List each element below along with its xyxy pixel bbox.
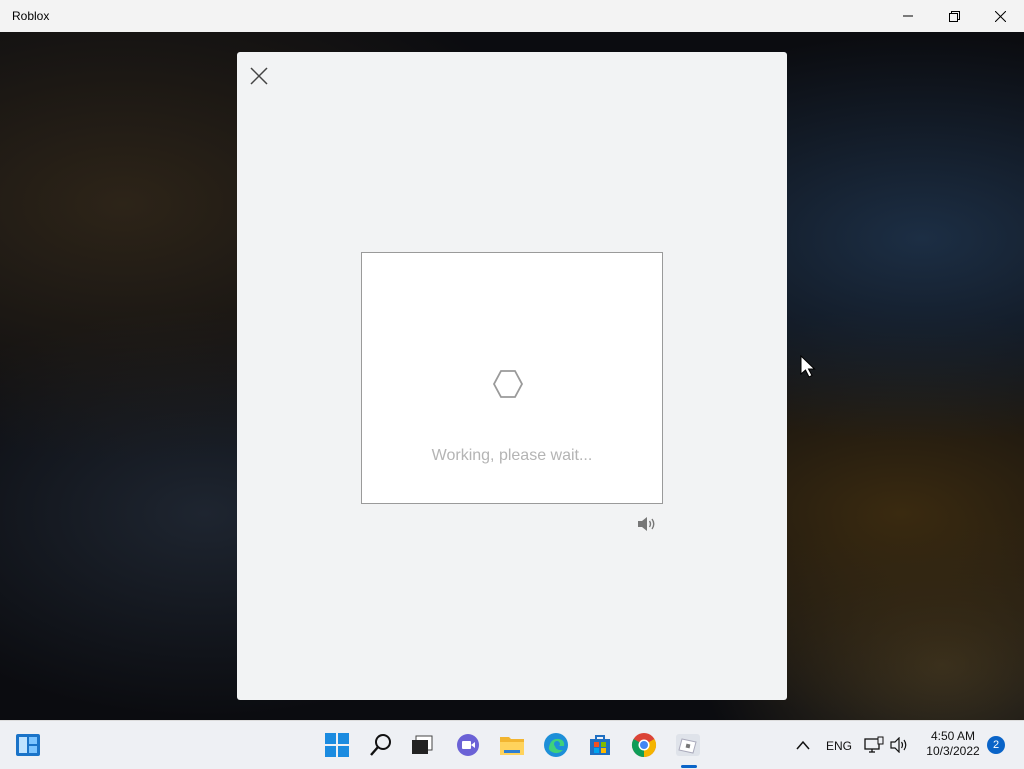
language-indicator[interactable]: ENG xyxy=(826,739,852,753)
chat-icon xyxy=(457,734,479,756)
store-button[interactable] xyxy=(584,729,616,761)
chrome-icon xyxy=(631,733,657,757)
verification-modal: Working, please wait... xyxy=(237,52,787,700)
folder-icon xyxy=(500,737,524,755)
widgets-icon xyxy=(16,734,40,756)
chat-button[interactable] xyxy=(452,729,484,761)
modal-close-button[interactable] xyxy=(249,66,269,86)
notification-badge[interactable]: 2 xyxy=(987,736,1005,754)
edge-button[interactable] xyxy=(540,729,572,761)
search-button[interactable] xyxy=(365,729,397,761)
mouse-cursor-icon xyxy=(800,355,816,378)
title-bar: Roblox xyxy=(0,0,1024,32)
loading-message: Working, please wait... xyxy=(431,447,593,464)
speaker-icon xyxy=(638,517,655,531)
volume-icon xyxy=(890,737,907,753)
task-view-button[interactable] xyxy=(406,729,438,761)
chevron-up-icon xyxy=(796,740,810,750)
edge-icon xyxy=(544,733,568,757)
clock-date: 10/3/2022 xyxy=(926,744,980,758)
search-icon xyxy=(370,734,391,756)
restore-icon xyxy=(948,10,960,22)
minimize-button[interactable] xyxy=(885,0,931,32)
store-icon xyxy=(590,735,610,755)
captcha-frame: Working, please wait... xyxy=(361,252,663,504)
restore-button[interactable] xyxy=(931,0,977,32)
roblox-icon xyxy=(676,734,700,756)
clock-time: 4:50 AM xyxy=(930,729,976,743)
audio-challenge-button[interactable] xyxy=(637,516,657,532)
minimize-icon xyxy=(903,15,913,17)
network-button[interactable] xyxy=(862,729,886,761)
close-icon xyxy=(250,67,268,85)
start-icon xyxy=(325,733,349,757)
start-button[interactable] xyxy=(321,729,353,761)
volume-button[interactable] xyxy=(888,729,912,761)
network-icon xyxy=(864,736,884,753)
show-hidden-icons-button[interactable] xyxy=(788,729,818,761)
clock[interactable]: 4:50 AM 10/3/2022 xyxy=(918,729,988,759)
close-window-button[interactable] xyxy=(977,0,1023,32)
chrome-button[interactable] xyxy=(628,729,660,761)
close-icon xyxy=(994,10,1006,22)
roblox-taskbar-button[interactable] xyxy=(672,729,704,761)
file-explorer-button[interactable] xyxy=(496,729,528,761)
task-view-icon xyxy=(412,735,433,754)
taskbar: ENG 4:50 AM 10/3/2022 xyxy=(0,720,1024,769)
widgets-button[interactable] xyxy=(12,729,44,761)
window-title: Roblox xyxy=(12,9,50,23)
hexagon-spinner-icon xyxy=(492,370,524,398)
